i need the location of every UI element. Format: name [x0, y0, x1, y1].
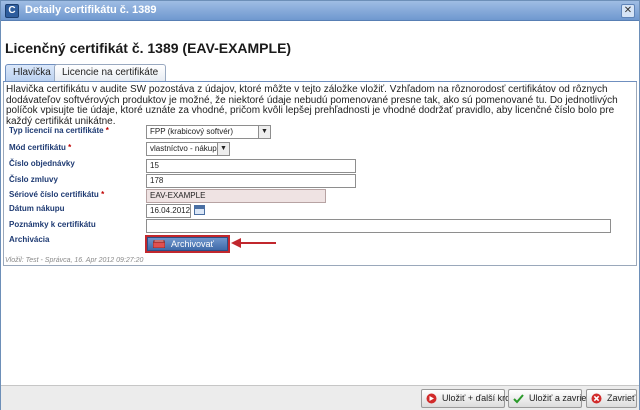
- save-next-label: Uložiť + ďalší krok: [442, 393, 515, 403]
- order-number-label: Číslo objednávky: [9, 159, 75, 168]
- created-by-note: Vložil: Test - Správca, 16. Apr 2012 09:…: [5, 257, 144, 264]
- cert-mode-label: Mód certifikátu *: [9, 143, 71, 152]
- license-type-label: Typ licencií na certifikáte *: [9, 126, 109, 135]
- tab-certificate-licenses[interactable]: Licencie na certifikáte: [54, 64, 167, 82]
- save-close-label: Uložiť a zavrieť: [529, 393, 590, 403]
- cert-mode-label-text: Mód certifikátu: [9, 143, 66, 152]
- purchase-date-input[interactable]: 16.04.2012: [146, 204, 191, 218]
- notes-label: Poznámky k certifikátu: [9, 220, 96, 229]
- license-type-value: FPP (krabicový softvér): [150, 127, 233, 136]
- calendar-icon[interactable]: [194, 205, 205, 215]
- intro-text: Hlavička certifikátu v audite SW pozostá…: [6, 84, 618, 127]
- tab-header[interactable]: Hlavička: [5, 64, 59, 82]
- cert-mode-select[interactable]: vlastníctvo - nákup ▼: [146, 142, 230, 156]
- save-next-button[interactable]: Uložiť + ďalší krok: [421, 389, 515, 408]
- close-icon: [591, 393, 602, 404]
- purchase-date-label: Dátum nákupu: [9, 204, 65, 213]
- license-type-select[interactable]: FPP (krabicový softvér) ▼: [146, 125, 271, 139]
- required-marker: *: [105, 126, 109, 135]
- arrow-right-icon: [426, 393, 437, 404]
- archive-button-label: Archivovať: [171, 239, 214, 249]
- window-close-icon[interactable]: ✕: [621, 4, 635, 18]
- certificate-detail-window: C Detaily certifikátu č. 1389 ✕ Licenčný…: [0, 0, 640, 410]
- serial-number-input[interactable]: EAV-EXAMPLE: [146, 189, 326, 203]
- window-title: Detaily certifikátu č. 1389: [25, 4, 157, 16]
- window-titlebar: C Detaily certifikátu č. 1389 ✕: [1, 1, 639, 21]
- page-title: Licenčný certifikát č. 1389 (EAV-EXAMPLE…: [5, 40, 292, 56]
- notes-input[interactable]: [146, 219, 611, 233]
- serial-number-label-text: Sériové číslo certifikátu: [9, 190, 99, 199]
- archive-label: Archivácia: [9, 235, 50, 244]
- order-number-input[interactable]: 15: [146, 159, 356, 173]
- required-marker: *: [101, 190, 105, 199]
- tab-divider: [3, 81, 637, 82]
- required-marker: *: [68, 143, 72, 152]
- contract-number-input[interactable]: 178: [146, 174, 356, 188]
- license-type-label-text: Typ licencií na certifikáte: [9, 126, 104, 135]
- save-close-button[interactable]: Uložiť a zavrieť: [508, 389, 590, 408]
- serial-number-label: Sériové číslo certifikátu *: [9, 190, 104, 199]
- checkmark-icon: [513, 394, 524, 404]
- close-button[interactable]: Zavrieť: [586, 389, 637, 408]
- app-icon: C: [5, 4, 19, 18]
- archive-icon: [153, 240, 165, 248]
- chevron-down-icon[interactable]: ▼: [217, 143, 229, 155]
- archive-button[interactable]: Archivovať: [147, 237, 228, 251]
- chevron-down-icon[interactable]: ▼: [258, 126, 270, 138]
- close-label: Zavrieť: [607, 393, 636, 403]
- cert-mode-value: vlastníctvo - nákup: [150, 144, 217, 153]
- contract-number-label: Číslo zmluvy: [9, 175, 58, 184]
